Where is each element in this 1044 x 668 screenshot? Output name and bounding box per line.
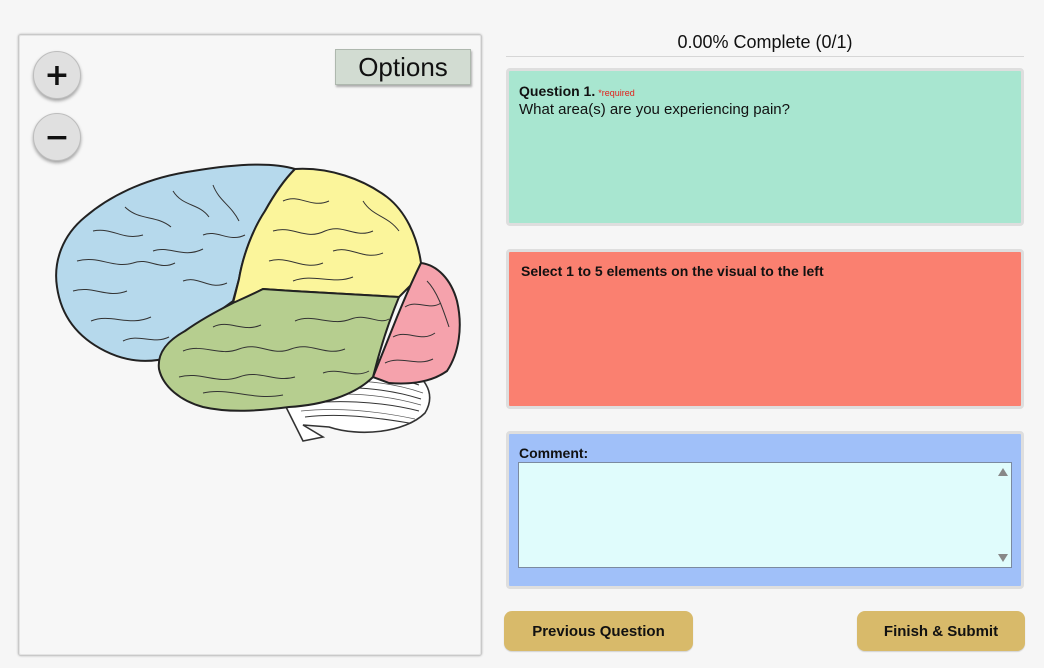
question-text: What area(s) are you experiencing pain? xyxy=(519,101,790,118)
comment-label: Comment: xyxy=(519,445,589,461)
previous-question-button[interactable]: Previous Question xyxy=(504,611,693,651)
brain-diagram xyxy=(33,131,463,451)
question-number: Question 1. xyxy=(519,83,596,99)
progress-indicator: 0.00% Complete (0/1) xyxy=(506,32,1024,57)
comment-card: Comment: xyxy=(506,431,1024,589)
question-title: Question 1. *required xyxy=(519,83,635,99)
required-marker: *required xyxy=(598,88,635,98)
comment-textarea[interactable] xyxy=(518,462,1012,568)
scroll-down-arrow-icon[interactable] xyxy=(998,554,1008,562)
scroll-up-arrow-icon[interactable] xyxy=(998,468,1008,476)
question-card: Question 1. *required What area(s) are yo… xyxy=(506,68,1024,226)
instruction-text: Select 1 to 5 elements on the visual to … xyxy=(521,263,824,279)
options-button[interactable]: Options xyxy=(335,49,471,85)
visual-panel: + − Options xyxy=(18,34,482,656)
finish-submit-button[interactable]: Finish & Submit xyxy=(857,611,1025,651)
comment-scrollbar[interactable] xyxy=(995,463,1011,567)
zoom-in-button[interactable]: + xyxy=(33,51,81,99)
instruction-card: Select 1 to 5 elements on the visual to … xyxy=(506,249,1024,409)
